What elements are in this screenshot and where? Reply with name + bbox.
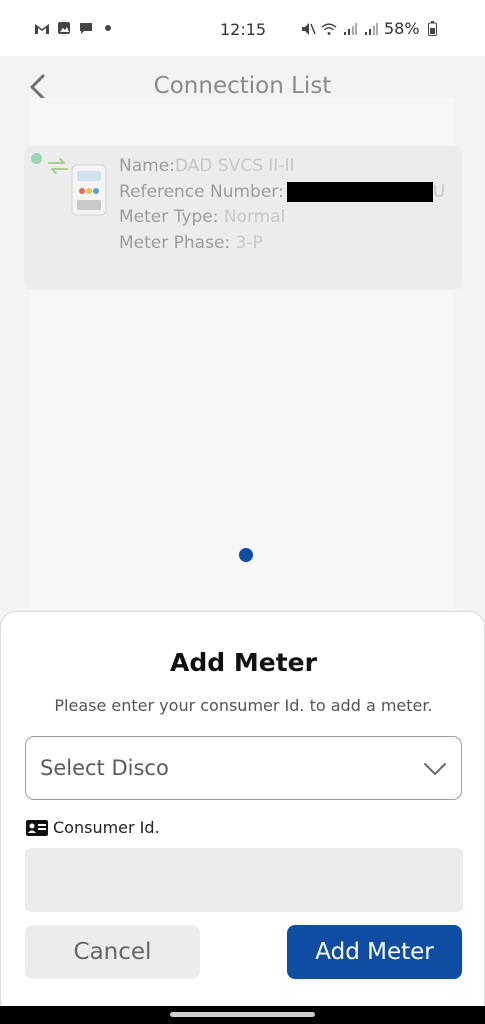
reference-tail: U xyxy=(432,181,446,202)
sheet-subtitle: Please enter your consumer Id. to add a … xyxy=(54,696,433,715)
page-title: Connection List xyxy=(153,73,332,99)
status-bar: 12:15 58% xyxy=(0,0,485,56)
electric-meter-icon xyxy=(71,164,107,216)
signal-icon xyxy=(342,21,358,37)
name-label: Name: xyxy=(119,156,175,176)
redacted-reference-number xyxy=(286,181,433,202)
consumer-id-label: Consumer Id. xyxy=(53,818,160,837)
meter-details: Name:DAD SVCS II-II Reference Number: U M… xyxy=(119,154,445,256)
dot-icon xyxy=(100,20,116,36)
meter-phase-value: 3-P xyxy=(235,232,263,253)
reference-row: Reference Number: U xyxy=(119,180,445,206)
cancel-button[interactable]: Cancel xyxy=(25,925,200,979)
status-dot xyxy=(31,153,42,164)
meter-name-row: Name:DAD SVCS II-II xyxy=(119,154,445,180)
name-value: DAD SVCS II-II xyxy=(174,156,295,176)
swap-arrows-icon xyxy=(48,158,68,174)
add-meter-button[interactable]: Add Meter xyxy=(287,925,462,979)
chat-icon xyxy=(78,20,94,36)
disco-select-value: Select Disco xyxy=(40,756,169,780)
sheet-title: Add Meter xyxy=(170,648,317,677)
system-icons: 58% xyxy=(300,19,441,38)
wifi-icon xyxy=(321,21,337,37)
pager-dot-active xyxy=(239,548,253,562)
battery-icon xyxy=(425,21,441,37)
notification-icons xyxy=(34,20,116,36)
disco-select[interactable]: Select Disco xyxy=(25,736,462,800)
meter-card[interactable]: Name:DAD SVCS II-II Reference Number: U M… xyxy=(24,146,462,290)
meter-type-row: Meter Type: Normal xyxy=(119,205,445,231)
meter-phase-row: Meter Phase: 3-P xyxy=(119,231,445,257)
clock: 12:15 xyxy=(220,20,267,39)
add-meter-sheet: Add Meter Please enter your consumer Id.… xyxy=(0,611,485,1011)
meter-type-value: Normal xyxy=(223,207,286,227)
gallery-icon xyxy=(56,20,72,36)
id-card-icon xyxy=(26,819,48,836)
reference-label: Reference Number: xyxy=(119,181,284,202)
gmail-icon xyxy=(34,20,50,36)
chevron-down-icon xyxy=(424,763,446,775)
meter-type-label: Meter Type: xyxy=(119,207,219,227)
consumer-id-input[interactable] xyxy=(25,848,463,912)
meter-phase-label: Meter Phase: xyxy=(119,232,231,253)
navigation-bar xyxy=(0,1006,485,1024)
consumer-id-label-row: Consumer Id. xyxy=(25,818,160,837)
battery-percent: 58% xyxy=(384,19,420,38)
mute-icon xyxy=(300,21,316,37)
signal-icon-2 xyxy=(363,21,379,37)
home-gesture-handle[interactable] xyxy=(170,1012,315,1017)
